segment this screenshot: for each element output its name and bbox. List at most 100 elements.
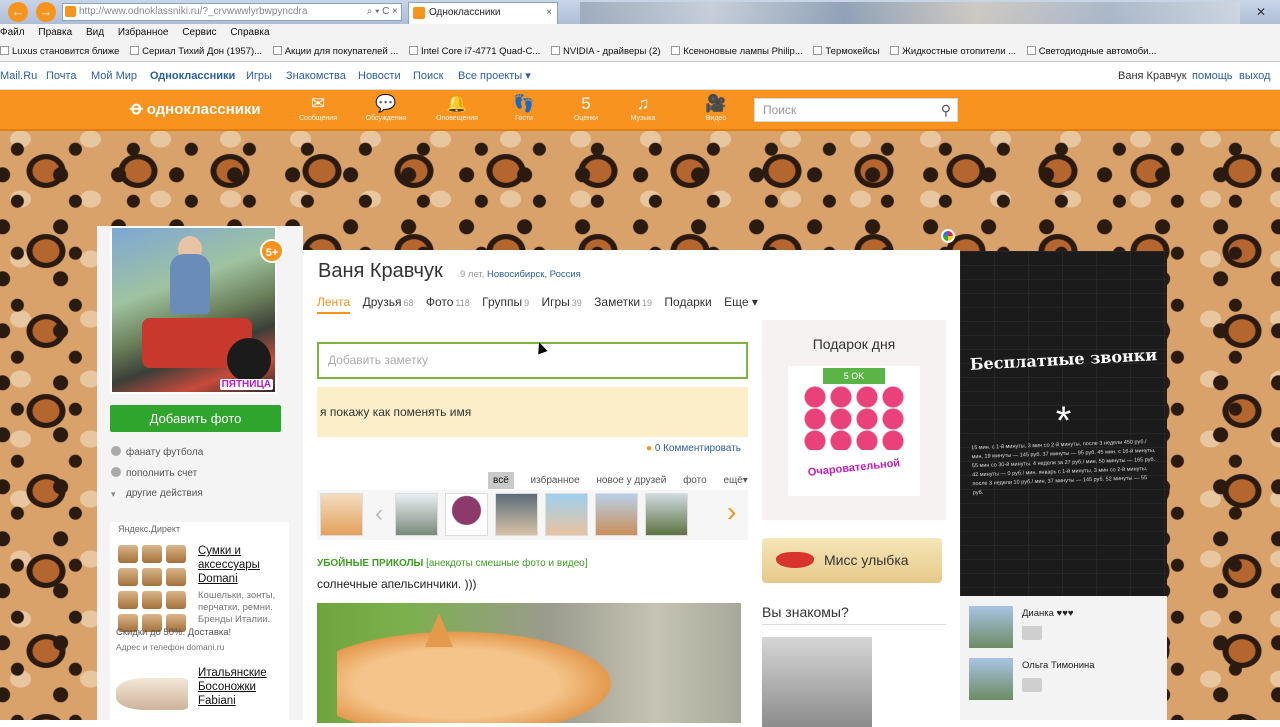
messages-button[interactable]: ✉ Сообщения — [292, 94, 344, 124]
profile-location[interactable]: Новосибирск, Россия — [487, 269, 581, 280]
friend-avatar[interactable] — [969, 658, 1013, 700]
friend-thumb[interactable] — [395, 493, 438, 536]
status-message[interactable]: я покажу как поменять имя — [317, 387, 748, 437]
menu-favorites[interactable]: Избранное — [118, 27, 169, 38]
suggested-person-photo[interactable] — [762, 637, 872, 727]
ad-title-link[interactable]: Сумки и аксессуары Domani — [198, 544, 284, 586]
favorite-link[interactable]: Жидкостные отопители ... — [890, 42, 1016, 61]
all-projects-link[interactable]: Все проекты ▾ — [458, 63, 531, 90]
forward-arrow-icon[interactable]: → — [36, 2, 56, 22]
group-post-header[interactable]: УБОЙНЫЕ ПРИКОЛЫ [анекдоты смешные фото и… — [317, 558, 588, 569]
rating-five-icon: 5 — [581, 94, 591, 113]
refresh-icon[interactable]: ⌕ ▾ C × — [367, 4, 398, 20]
logout-link[interactable]: выход — [1239, 63, 1270, 90]
friend-avatar[interactable] — [969, 606, 1013, 648]
friends-group-icon[interactable] — [320, 493, 363, 536]
mail-link[interactable]: Почта — [46, 63, 77, 90]
tab-friends[interactable]: Друзья 68 — [363, 295, 414, 309]
tab-close-icon[interactable]: × — [546, 3, 552, 23]
ad-address[interactable]: Адрес и телефон domani.ru — [116, 641, 224, 653]
friend-thumb[interactable] — [645, 493, 688, 536]
back-arrow-icon[interactable]: ← — [8, 2, 28, 22]
ok-logo[interactable]: ꝋ одноклассники — [130, 98, 261, 119]
soccer-ball-icon — [111, 446, 121, 456]
top-up-link[interactable]: пополнить счет — [111, 467, 197, 479]
menu-view[interactable]: Вид — [86, 27, 104, 38]
menu-file[interactable]: Файл — [0, 27, 25, 38]
discussions-button[interactable]: 💬 Обсуждения — [360, 94, 412, 124]
browser-tab[interactable]: Одноклассники × — [408, 2, 558, 24]
dating-link[interactable]: Знакомства — [286, 63, 346, 90]
user-name-link[interactable]: Ваня Кравчук — [1118, 63, 1187, 90]
odnoklassniki-link[interactable]: Одноклассники — [150, 63, 235, 90]
free-calls-ad[interactable]: Бесплатные звонки * 15 мин. с 1-й минуты… — [960, 251, 1167, 596]
tab-games[interactable]: Игры 39 — [541, 295, 581, 309]
friend-thumb[interactable] — [495, 493, 538, 536]
friend-thumb[interactable] — [445, 493, 488, 536]
friend-name[interactable]: Ольга Тимонина — [1022, 660, 1095, 671]
message-icon[interactable] — [1022, 678, 1042, 692]
menu-edit[interactable]: Правка — [38, 27, 72, 38]
window-close-icon[interactable]: ✕ — [1244, 2, 1278, 22]
friend-thumb[interactable] — [595, 493, 638, 536]
tab-feed[interactable]: Лента — [317, 295, 351, 314]
message-icon[interactable] — [1022, 626, 1042, 640]
favorite-link[interactable]: Luxus становится ближе — [0, 42, 119, 61]
page-icon — [1026, 46, 1036, 55]
filter-favorites[interactable]: избранное — [531, 475, 580, 486]
add-photo-button[interactable]: Добавить фото — [110, 405, 281, 432]
ratings-button[interactable]: 5 Оценки — [560, 94, 612, 124]
menu-tools[interactable]: Сервис — [182, 27, 216, 38]
mymir-link[interactable]: Мой Мир — [91, 63, 137, 90]
page-icon — [0, 46, 9, 55]
menu-help[interactable]: Справка — [230, 27, 269, 38]
comment-link[interactable]: ● 0 Комментировать — [646, 443, 741, 454]
friend-thumb[interactable] — [545, 493, 588, 536]
video-button[interactable]: 🎥 Видео — [690, 94, 742, 124]
level-badge[interactable]: 5+ — [260, 239, 284, 263]
search-input[interactable]: Поиск ⚲ — [754, 98, 958, 122]
filter-photos[interactable]: фото — [683, 475, 707, 486]
filter-all[interactable]: всё — [488, 472, 514, 489]
ad2-title-link[interactable]: Итальянские Босоножки Fabiani — [198, 666, 284, 708]
coin-icon — [111, 467, 121, 477]
games-link[interactable]: Игры — [246, 63, 272, 90]
favorite-link[interactable]: Ксеноновые лампы Philip... — [671, 42, 803, 61]
bags-thumbnails[interactable] — [116, 544, 188, 632]
shoe-thumbnail[interactable] — [116, 678, 188, 710]
other-actions-link[interactable]: ▾ другие действия — [111, 488, 203, 499]
favorite-link[interactable]: Intel Core i7-4771 Quad-C... — [408, 42, 540, 61]
football-fan-link[interactable]: фанату футбола — [111, 446, 203, 458]
friend-name[interactable]: Дианка ♥♥♥ — [1022, 608, 1073, 619]
theme-picker-icon[interactable] — [941, 229, 955, 243]
search-link[interactable]: Поиск — [413, 63, 443, 90]
tab-groups[interactable]: Группы 9 — [482, 295, 529, 309]
music-button[interactable]: ♫ Музыка — [617, 94, 669, 124]
favorite-link[interactable]: Термокейсы — [813, 42, 879, 61]
favorite-link[interactable]: Светодиодные автомоби... — [1026, 42, 1156, 61]
tab-gifts[interactable]: Подарки — [664, 295, 711, 309]
news-link[interactable]: Новости — [358, 63, 401, 90]
tab-photos[interactable]: Фото 118 — [426, 295, 470, 309]
add-note-input[interactable]: Добавить заметку — [317, 342, 748, 379]
favorite-link[interactable]: Акции для покупателей ... — [272, 42, 398, 61]
notifications-button[interactable]: 🔔 Оповещения — [431, 94, 483, 124]
filter-more[interactable]: ещё▾ — [723, 475, 747, 486]
help-link[interactable]: помощь — [1192, 63, 1233, 90]
mailru-link[interactable]: Mail.Ru — [0, 63, 37, 90]
search-icon[interactable]: ⚲ — [941, 99, 951, 121]
miss-smile-button[interactable]: Мисс улыбка — [762, 538, 942, 583]
favorite-link[interactable]: Сериал Тихий Дон (1957)... — [130, 42, 262, 61]
tab-notes[interactable]: Заметки 19 — [594, 295, 652, 309]
chevron-right-icon[interactable]: › — [727, 496, 736, 528]
gift-image[interactable]: 5 OK Очаровательной — [788, 366, 920, 496]
post-image[interactable] — [317, 603, 741, 723]
tab-more[interactable]: Еще ▾ — [724, 295, 758, 309]
address-bar[interactable]: http://www.odnoklassniki.ru/?_crvwwwlyrb… — [62, 3, 402, 21]
guests-button[interactable]: 👣 Гости — [498, 94, 550, 124]
chevron-left-icon[interactable]: ‹ — [375, 500, 383, 528]
feed-filters: всё избранное новое у друзей фото ещё▾ — [488, 472, 762, 489]
profile-avatar[interactable]: ПЯТНИЦА — [110, 226, 277, 394]
filter-friends-new[interactable]: новое у друзей — [596, 475, 666, 486]
favorite-link[interactable]: NVIDIA - драйверы (2) — [550, 42, 661, 61]
